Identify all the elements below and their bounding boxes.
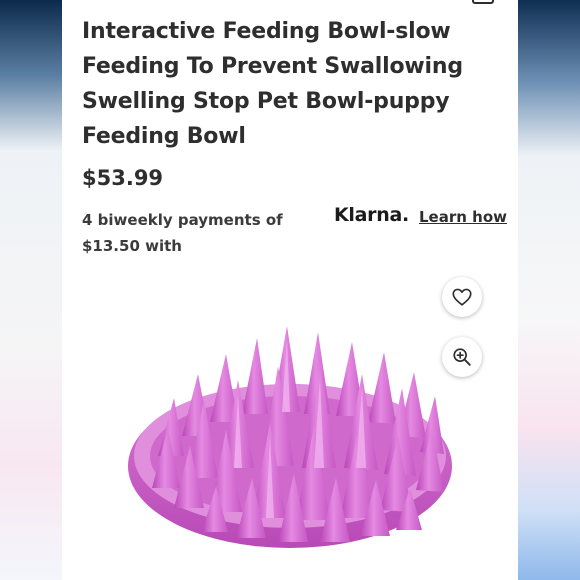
heart-icon	[452, 288, 472, 306]
product-image[interactable]	[122, 318, 462, 558]
background-left	[0, 0, 62, 580]
learn-how-link[interactable]: Learn how	[419, 208, 507, 226]
product-card: Interactive Feeding Bowl-slow Feeding To…	[62, 0, 518, 580]
product-price: $53.99	[82, 166, 164, 190]
installment-text: 4 biweekly payments of $13.50 with	[82, 211, 283, 255]
background-right	[518, 0, 580, 580]
klarna-logo: Klarna.	[334, 204, 409, 226]
cart-icon[interactable]	[472, 0, 494, 4]
product-title: Interactive Feeding Bowl-slow Feeding To…	[82, 19, 463, 149]
favorite-button[interactable]	[442, 277, 482, 317]
